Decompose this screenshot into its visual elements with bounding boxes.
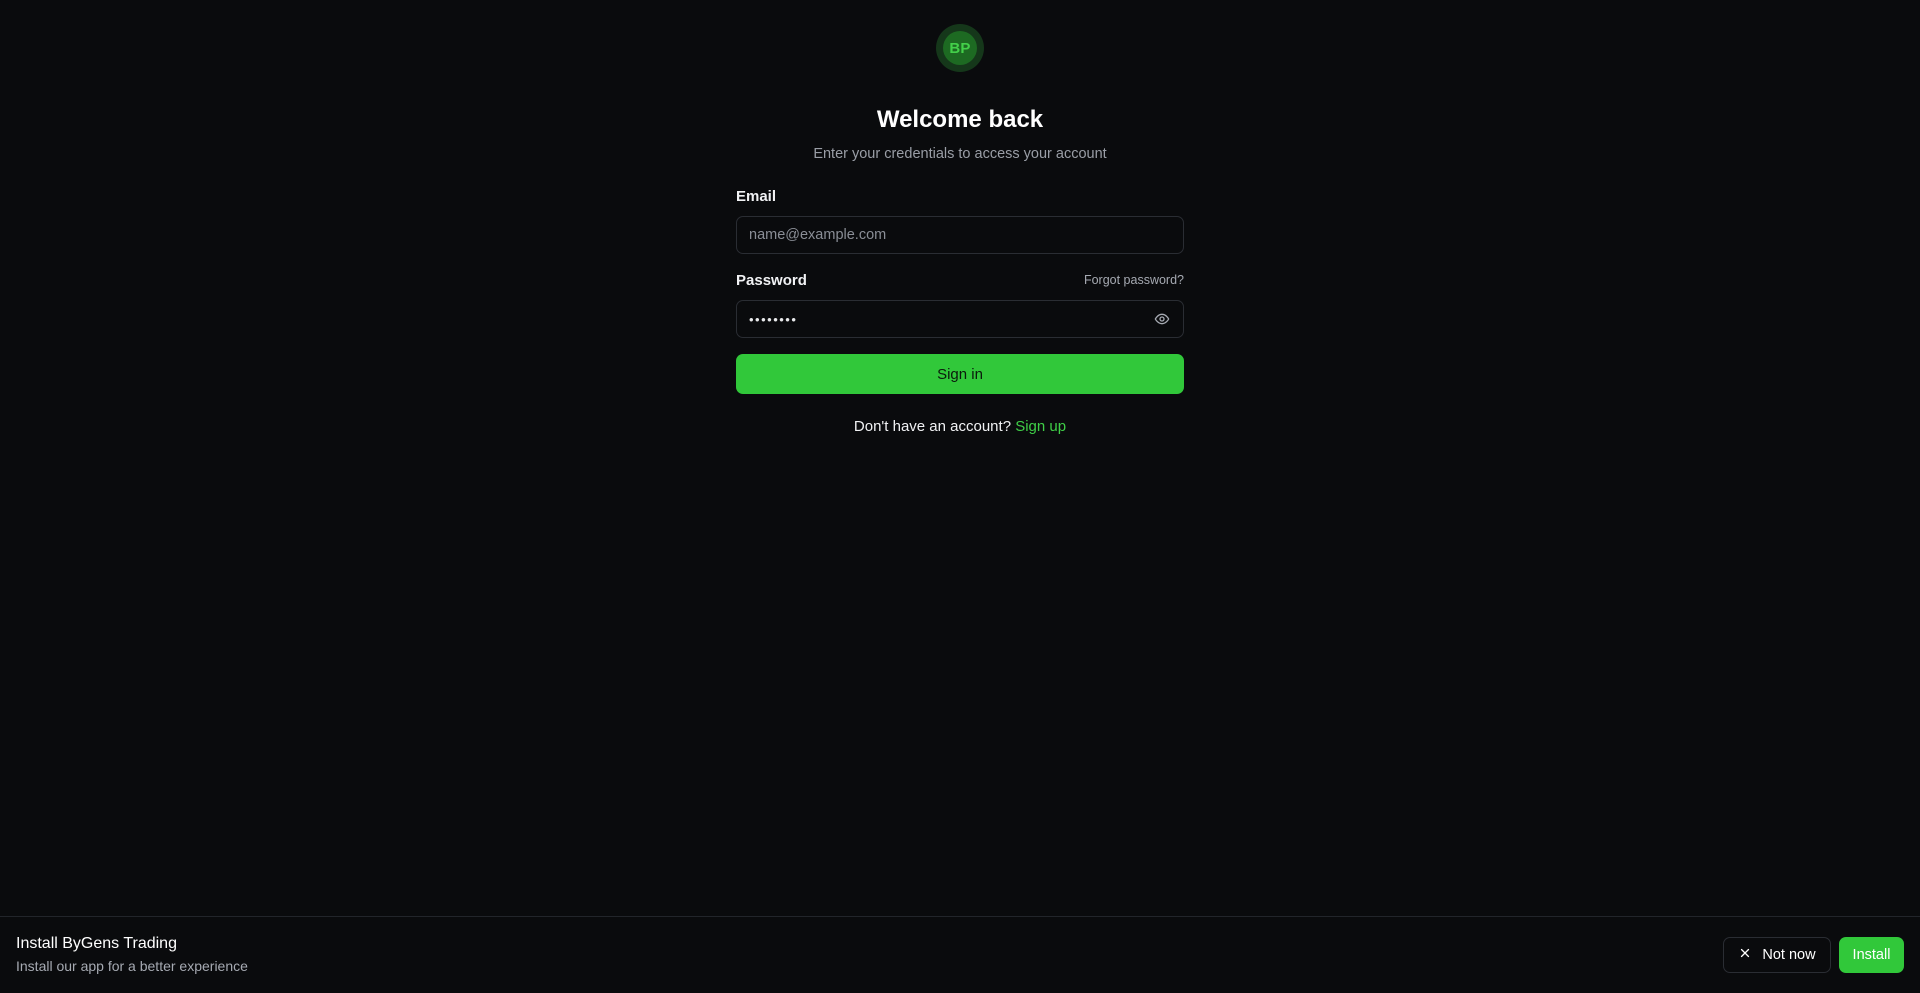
eye-icon[interactable] [1153, 310, 1171, 328]
forgot-password-link[interactable]: Forgot password? [1084, 273, 1184, 287]
install-button[interactable]: Install [1839, 937, 1904, 973]
login-page: BP Welcome back Enter your credentials t… [0, 0, 1920, 993]
not-now-button[interactable]: Not now [1723, 937, 1831, 973]
password-label-row: Password Forgot password? [736, 270, 1184, 290]
not-now-label: Not now [1762, 947, 1816, 963]
email-placeholder: name@example.com [749, 227, 887, 243]
login-form: Email name@example.com Password Forgot p… [736, 186, 1184, 435]
page-title: Welcome back [876, 106, 1044, 133]
login-card: BP Welcome back Enter your credentials t… [736, 24, 1184, 435]
brand-logo-text: BP [943, 31, 977, 65]
install-banner: Install ByGens Trading Install our app f… [0, 916, 1920, 993]
signup-prompt: Don't have an account? [853, 418, 1012, 435]
password-label: Password [736, 271, 807, 289]
password-value: •••••••• [749, 311, 798, 327]
install-banner-description: Install our app for a better experience [16, 958, 248, 974]
brand-logo: BP [936, 24, 984, 72]
install-banner-title: Install ByGens Trading [16, 935, 177, 952]
signup-row: Don't have an account? Sign up [736, 418, 1184, 435]
sign-up-link[interactable]: Sign up [1015, 418, 1066, 435]
email-field[interactable]: name@example.com [736, 216, 1184, 254]
email-label: Email [736, 187, 777, 205]
page-subtitle: Enter your credentials to access your ac… [813, 146, 1107, 162]
sign-in-button[interactable]: Sign in [736, 354, 1184, 394]
email-label-row: Email [736, 186, 1184, 206]
close-icon [1738, 946, 1752, 964]
password-field[interactable]: •••••••• [736, 300, 1184, 338]
